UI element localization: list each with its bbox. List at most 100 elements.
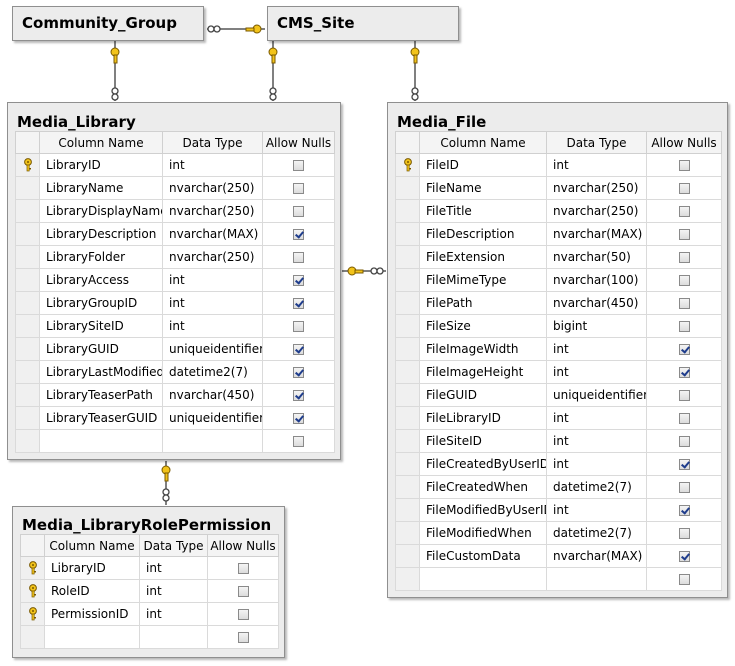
column-name-cell[interactable]: FilePath xyxy=(419,291,547,315)
row-selector[interactable] xyxy=(395,268,420,292)
row-selector[interactable] xyxy=(15,337,40,361)
table-row[interactable]: FileGUID uniqueidentifier xyxy=(395,383,722,407)
data-type-cell[interactable]: int xyxy=(162,291,263,315)
column-name-cell[interactable]: FileName xyxy=(419,176,547,200)
data-type-cell[interactable]: uniqueidentifier xyxy=(162,337,263,361)
table-row[interactable]: FileCreatedWhen datetime2(7) xyxy=(395,475,722,499)
table-row[interactable]: LibraryGUID uniqueidentifier xyxy=(15,337,335,361)
table-row[interactable]: FileDescription nvarchar(MAX) xyxy=(395,222,722,246)
data-type-cell[interactable]: nvarchar(50) xyxy=(546,245,647,269)
table-row[interactable]: LibraryID int xyxy=(20,556,279,580)
column-name-cell[interactable] xyxy=(39,429,163,453)
data-type-cell[interactable] xyxy=(139,625,208,649)
allow-nulls-checkbox[interactable] xyxy=(678,321,690,332)
column-name-cell[interactable]: FileImageWidth xyxy=(419,337,547,361)
data-type-cell[interactable]: nvarchar(450) xyxy=(546,291,647,315)
data-type-cell[interactable]: int xyxy=(546,360,647,384)
table-media-library-role-permission[interactable]: Media_LibraryRolePermission Column Name D… xyxy=(12,506,285,658)
allow-nulls-checkbox[interactable] xyxy=(293,160,304,171)
row-selector[interactable] xyxy=(395,521,420,545)
table-media-library[interactable]: Media_Library Column Name Data Type Allow … xyxy=(7,102,341,460)
column-name-cell[interactable]: LibraryGUID xyxy=(39,337,163,361)
column-name-cell[interactable]: FileGUID xyxy=(419,383,547,407)
column-name-cell[interactable] xyxy=(44,625,140,649)
column-name-cell[interactable]: LibrarySiteID xyxy=(39,314,163,338)
column-name-cell[interactable]: LibraryGroupID xyxy=(39,291,163,315)
column-name-cell[interactable]: PermissionID xyxy=(44,602,140,626)
column-grid[interactable]: Column Name Data Type Allow Nulls FileID int… xyxy=(395,131,722,591)
data-type-cell[interactable]: int xyxy=(546,429,647,453)
column-name-cell[interactable]: FileCustomData xyxy=(419,544,547,568)
column-name-cell[interactable]: FileTitle xyxy=(419,199,547,223)
data-type-cell[interactable]: int xyxy=(546,153,647,177)
data-type-cell[interactable]: uniqueidentifier xyxy=(546,383,647,407)
table-row[interactable]: FileSiteID int xyxy=(395,429,722,453)
column-name-cell[interactable]: LibraryAccess xyxy=(39,268,163,292)
allow-nulls-checkbox[interactable] xyxy=(678,229,690,240)
data-type-cell[interactable]: int xyxy=(546,452,647,476)
data-type-cell[interactable]: int xyxy=(139,579,208,603)
column-name-cell[interactable]: LibraryDescription xyxy=(39,222,163,246)
table-row[interactable]: FileImageHeight int xyxy=(395,360,722,384)
row-selector[interactable] xyxy=(15,360,40,384)
table-row[interactable]: FileMimeType nvarchar(100) xyxy=(395,268,722,292)
data-type-cell[interactable]: int xyxy=(546,498,647,522)
table-row[interactable]: LibraryFolder nvarchar(250) xyxy=(15,245,335,269)
row-selector[interactable] xyxy=(15,153,40,177)
data-type-cell[interactable]: int xyxy=(139,602,208,626)
allow-nulls-checkbox[interactable] xyxy=(678,298,690,309)
row-selector[interactable] xyxy=(15,268,40,292)
table-row[interactable]: FileImageWidth int xyxy=(395,337,722,361)
row-selector[interactable] xyxy=(395,199,420,223)
column-grid[interactable]: Column Name Data Type Allow Nulls LibraryID… xyxy=(20,534,279,649)
table-row[interactable]: LibraryName nvarchar(250) xyxy=(15,176,335,200)
data-type-cell[interactable] xyxy=(546,567,647,591)
data-type-cell[interactable]: nvarchar(450) xyxy=(162,383,263,407)
column-name-cell[interactable]: LibraryTeaserPath xyxy=(39,383,163,407)
allow-nulls-checkbox[interactable] xyxy=(678,160,690,171)
data-type-cell[interactable]: nvarchar(250) xyxy=(162,176,263,200)
column-name-cell[interactable]: LibraryLastModified xyxy=(39,360,163,384)
column-name-cell[interactable]: FileSize xyxy=(419,314,547,338)
allow-nulls-checkbox[interactable] xyxy=(293,275,304,286)
column-grid[interactable]: Column Name Data Type Allow Nulls LibraryID… xyxy=(15,131,335,453)
column-name-cell[interactable]: FileModifiedWhen xyxy=(419,521,547,545)
allow-nulls-checkbox[interactable] xyxy=(678,482,690,493)
column-name-cell[interactable]: FileMimeType xyxy=(419,268,547,292)
allow-nulls-checkbox[interactable] xyxy=(293,436,304,447)
data-type-cell[interactable]: nvarchar(250) xyxy=(546,176,647,200)
allow-nulls-checkbox[interactable] xyxy=(237,609,249,620)
allow-nulls-checkbox[interactable] xyxy=(678,436,690,447)
data-type-cell[interactable]: nvarchar(100) xyxy=(546,268,647,292)
column-name-cell[interactable]: FileDescription xyxy=(419,222,547,246)
allow-nulls-checkbox[interactable] xyxy=(678,551,690,562)
row-selector[interactable] xyxy=(395,245,420,269)
table-row[interactable]: FileExtension nvarchar(50) xyxy=(395,245,722,269)
row-selector[interactable] xyxy=(15,222,40,246)
table-row[interactable]: FileCustomData nvarchar(MAX) xyxy=(395,544,722,568)
table-row[interactable]: FileName nvarchar(250) xyxy=(395,176,722,200)
table-row[interactable]: LibraryAccess int xyxy=(15,268,335,292)
column-name-cell[interactable]: FileLibraryID xyxy=(419,406,547,430)
column-name-cell[interactable]: LibraryDisplayName xyxy=(39,199,163,223)
column-name-cell[interactable]: FileModifiedByUserID xyxy=(419,498,547,522)
table-row[interactable]: FileSize bigint xyxy=(395,314,722,338)
data-type-cell[interactable]: nvarchar(MAX) xyxy=(162,222,263,246)
row-selector[interactable] xyxy=(15,314,40,338)
row-selector[interactable] xyxy=(395,176,420,200)
data-type-cell[interactable]: int xyxy=(162,153,263,177)
data-type-cell[interactable]: nvarchar(250) xyxy=(162,245,263,269)
data-type-cell[interactable]: nvarchar(MAX) xyxy=(546,544,647,568)
data-type-cell[interactable]: uniqueidentifier xyxy=(162,406,263,430)
row-selector[interactable] xyxy=(395,544,420,568)
row-selector[interactable] xyxy=(15,406,40,430)
new-row[interactable] xyxy=(395,567,722,591)
allow-nulls-checkbox[interactable] xyxy=(293,367,304,378)
row-selector[interactable] xyxy=(15,199,40,223)
column-name-cell[interactable]: FileCreatedWhen xyxy=(419,475,547,499)
row-selector[interactable] xyxy=(395,406,420,430)
allow-nulls-checkbox[interactable] xyxy=(293,229,304,240)
row-selector[interactable] xyxy=(15,245,40,269)
allow-nulls-checkbox[interactable] xyxy=(293,321,304,332)
row-selector[interactable] xyxy=(395,360,420,384)
